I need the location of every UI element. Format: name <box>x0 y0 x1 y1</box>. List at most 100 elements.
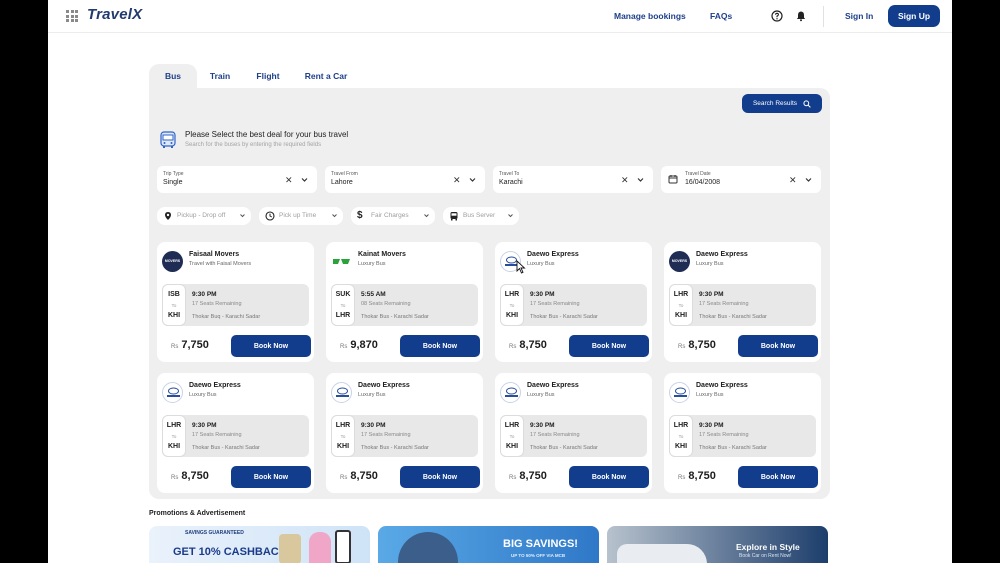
origin-code: LHR <box>166 422 182 429</box>
bus-result-card[interactable]: Daewo Express Luxury Bus LHR To KHI 9:30 PM 17… <box>664 373 821 493</box>
book-now-button[interactable]: Book Now <box>400 466 480 488</box>
filter-bus-server[interactable]: Bus Server <box>443 207 519 225</box>
clear-icon[interactable]: ✕ <box>789 175 797 186</box>
departure-time: 9:30 PM <box>192 422 217 429</box>
filter-label: Pickup - Drop off <box>177 212 226 219</box>
trip-type-field[interactable]: Trip Type Single ✕ <box>157 166 317 193</box>
price-value: 8,750 <box>350 470 378 482</box>
book-now-button[interactable]: Book Now <box>231 335 311 357</box>
chevron-down-icon[interactable] <box>468 175 477 184</box>
travelx-logo[interactable]: TravelX <box>87 6 142 23</box>
operator-subtitle: Luxury Bus <box>358 392 386 398</box>
operator-logo <box>162 382 183 403</box>
sign-in-link[interactable]: Sign In <box>845 11 873 21</box>
seats-remaining: 17 Seats Remaining <box>361 432 411 438</box>
bus-result-card[interactable]: Daewo Express Luxury Bus LHR To KHI 9:30 PM 17… <box>157 373 314 493</box>
car-graphic <box>617 544 707 563</box>
trip-details: LHR To KHI 9:30 PM 17 Seats Remaining Thokar … <box>669 415 816 457</box>
book-now-button[interactable]: Book Now <box>231 466 311 488</box>
chevron-down-icon[interactable] <box>804 175 813 184</box>
book-now-button[interactable]: Book Now <box>569 335 649 357</box>
tab-rent-a-car[interactable]: Rent a Car <box>296 64 356 88</box>
promo-big-savings-banner[interactable]: BIG SAVINGS! UP TO 50% OFF VIA MCB <box>378 526 599 563</box>
bus-result-card[interactable]: MOVERS Faisaal Movers Travel with Faisal M… <box>157 242 314 362</box>
trip-details: LHR To KHI 9:30 PM 17 Seats Remaining Thokar … <box>162 415 309 457</box>
travel-to-value: Karachi <box>499 179 523 186</box>
book-now-button[interactable]: Book Now <box>400 335 480 357</box>
operator-logo <box>331 382 352 403</box>
filter-pickup-time[interactable]: Pick up Time <box>259 207 343 225</box>
bus-result-card[interactable]: MOVERS Daewo Express Luxury Bus LHR To KHI 9:3… <box>664 242 821 362</box>
bus-result-card[interactable]: Kainat Movers Luxury Bus SUK To LHR 5:55 AM 08… <box>326 242 483 362</box>
to-label: To <box>509 434 515 439</box>
tab-flight[interactable]: Flight <box>248 64 288 88</box>
clear-icon[interactable]: ✕ <box>621 175 629 186</box>
faqs-link[interactable]: FAQs <box>710 11 732 21</box>
operator-subtitle: Luxury Bus <box>358 261 386 267</box>
chevron-down-icon[interactable] <box>300 175 309 184</box>
promotions-title: Promotions & Advertisement <box>149 510 246 517</box>
clear-icon[interactable]: ✕ <box>285 175 293 186</box>
bus-result-card[interactable]: Daewo Express Luxury Bus LHR To KHI 9:30 PM 17… <box>326 373 483 493</box>
destination-code: KHI <box>674 312 688 319</box>
bell-icon[interactable] <box>795 10 807 22</box>
seats-remaining: 08 Seats Remaining <box>361 301 411 307</box>
promo-explore-banner[interactable]: Explore in Style Book Car on Rent Now! <box>607 526 828 563</box>
price: Rs 8,750 <box>678 339 716 351</box>
promo-line1: SAVINGS GUARANTEED <box>185 530 244 536</box>
operator-name: Faisaal Movers <box>189 251 240 258</box>
destination-code: KHI <box>674 443 688 450</box>
phone-graphic <box>335 530 351 563</box>
origin-code: LHR <box>335 422 351 429</box>
route-codes: LHR To KHI <box>669 415 693 457</box>
departure-time: 9:30 PM <box>192 291 217 298</box>
help-icon[interactable] <box>771 10 783 22</box>
promo-cashback-banner[interactable]: SAVINGS GUARANTEED GET 10% CASHBACK <box>149 526 370 563</box>
travel-from-field[interactable]: Travel From Lahore ✕ <box>325 166 485 193</box>
currency: Rs <box>171 344 179 350</box>
trip-details: LHR To KHI 9:30 PM 17 Seats Remaining Thokar … <box>500 284 647 326</box>
route-codes: LHR To KHI <box>162 415 186 457</box>
tab-bus[interactable]: Bus <box>149 64 197 88</box>
operator-subtitle: Luxury Bus <box>696 261 724 267</box>
operator-logo <box>500 382 521 403</box>
book-now-button[interactable]: Book Now <box>569 466 649 488</box>
bus-result-card[interactable]: Daewo Express Luxury Bus LHR To KHI 9:30 PM 17… <box>495 373 652 493</box>
travel-date-field[interactable]: Travel Date 16/04/2008 ✕ <box>661 166 821 193</box>
manage-bookings-link[interactable]: Manage bookings <box>614 11 686 21</box>
sign-up-button[interactable]: Sign Up <box>888 5 940 27</box>
filter-fair-charges[interactable]: $ Fair Charges <box>351 207 435 225</box>
to-label: To <box>340 303 346 308</box>
travel-to-field[interactable]: Travel To Karachi ✕ <box>493 166 653 193</box>
trip-details: ISB To KHI 9:30 PM 17 Seats Remaining Thokar … <box>162 284 309 326</box>
seats-remaining: 17 Seats Remaining <box>530 301 580 307</box>
seats-remaining: 17 Seats Remaining <box>699 432 749 438</box>
book-now-button[interactable]: Book Now <box>738 335 818 357</box>
chevron-down-icon <box>332 214 337 218</box>
book-now-button[interactable]: Book Now <box>738 466 818 488</box>
clear-icon[interactable]: ✕ <box>453 175 461 186</box>
bus-small-icon <box>450 212 458 221</box>
currency: Rs <box>509 344 517 350</box>
location-pin-icon <box>165 212 171 220</box>
price-value: 9,870 <box>350 339 378 351</box>
travel-date-value: 16/04/2008 <box>685 179 721 186</box>
currency: Rs <box>340 344 348 350</box>
departure-time: 5:55 AM <box>361 291 386 298</box>
trip-details: LHR To KHI 9:30 PM 17 Seats Remaining Thokar … <box>669 284 816 326</box>
intro-subtitle: Search for the buses by entering the req… <box>185 142 322 148</box>
apps-grid-icon[interactable] <box>66 10 78 22</box>
operator-logo <box>331 251 352 272</box>
filter-pickup-dropoff[interactable]: Pickup - Drop off <box>157 207 251 225</box>
route-codes: LHR To KHI <box>500 415 524 457</box>
chevron-down-icon[interactable] <box>636 175 645 184</box>
search-results-button[interactable]: Search Results <box>742 94 822 113</box>
tab-train[interactable]: Train <box>200 64 240 88</box>
trip-type-value: Single <box>163 179 183 186</box>
search-results-label: Search Results <box>752 100 798 107</box>
dollar-icon: $ <box>357 210 363 221</box>
operator-name: Kainat Movers <box>358 251 406 258</box>
destination-code: KHI <box>336 443 350 450</box>
to-label: To <box>340 434 346 439</box>
currency: Rs <box>678 475 686 481</box>
